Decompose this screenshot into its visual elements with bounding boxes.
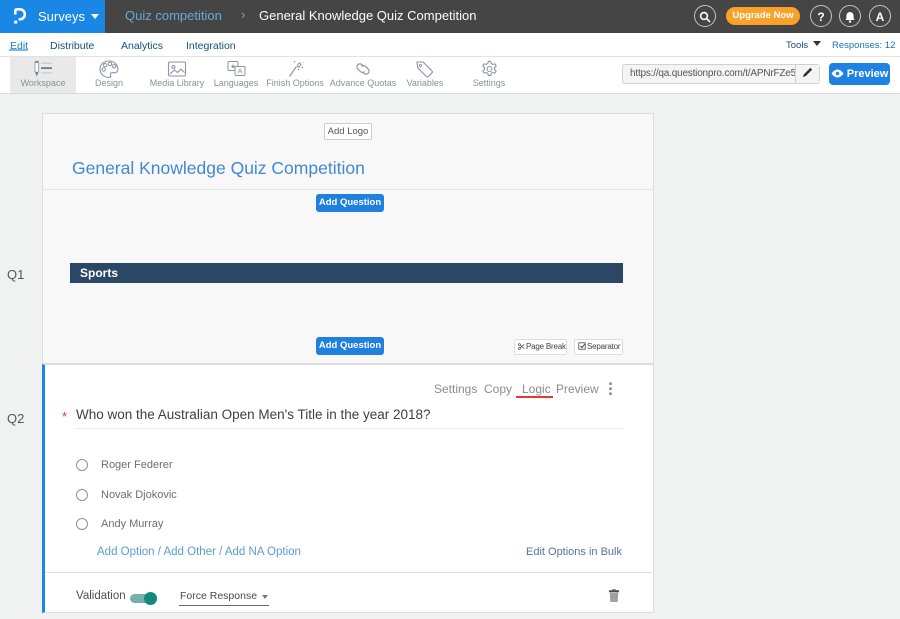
svg-text:★: ★ [230,62,236,70]
svg-text:A: A [237,67,242,76]
